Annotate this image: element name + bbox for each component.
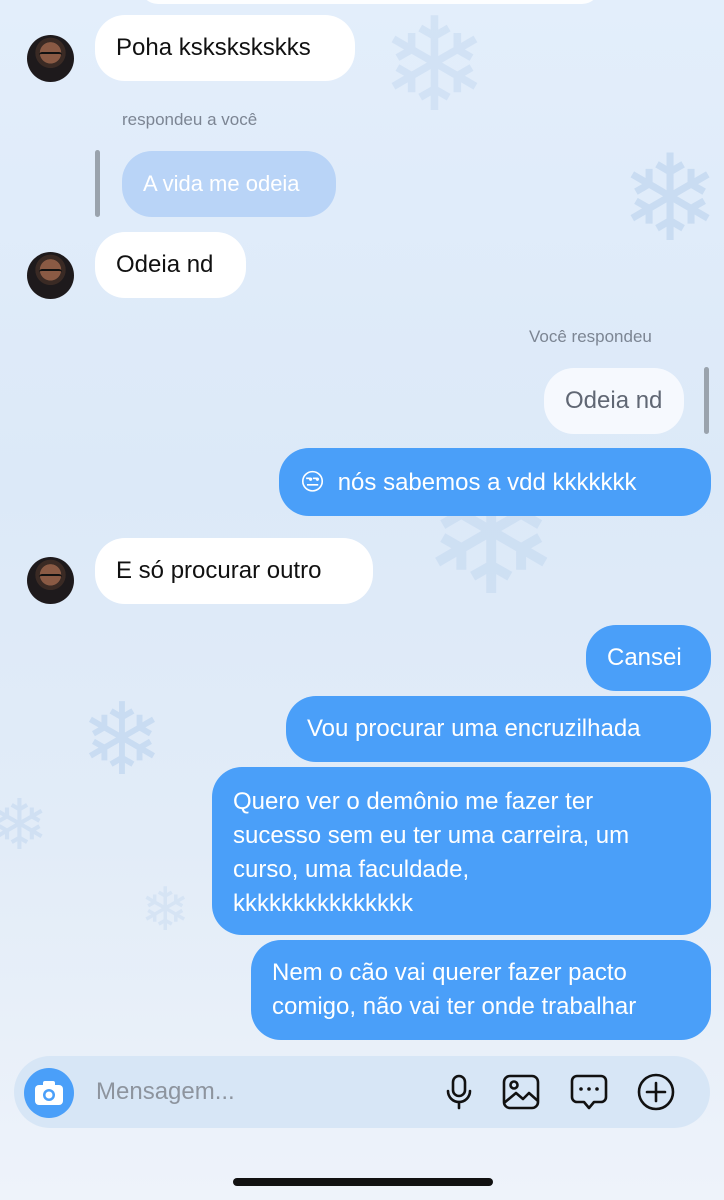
message-line: Nem o cão vai querer fazer pacto bbox=[272, 959, 627, 986]
avatar[interactable] bbox=[27, 35, 74, 82]
message-text: E só procurar outro bbox=[116, 557, 322, 584]
incoming-message[interactable]: Poha kskskskskks bbox=[95, 15, 355, 81]
avatar[interactable] bbox=[27, 252, 74, 299]
message-input[interactable]: Mensagem... bbox=[96, 1078, 235, 1106]
camera-button[interactable] bbox=[24, 1068, 74, 1118]
message-line: Quero ver o demônio me fazer ter bbox=[233, 788, 594, 815]
outgoing-message[interactable]: 😒 nós sabemos a vdd kkkkkkk bbox=[279, 448, 711, 516]
quoted-message[interactable]: Odeia nd bbox=[544, 368, 684, 434]
incoming-message[interactable]: E só procurar outro bbox=[95, 538, 373, 604]
message-line: curso, uma faculdade, bbox=[233, 856, 470, 883]
reply-label: Você respondeu bbox=[529, 327, 652, 346]
avatar[interactable] bbox=[27, 557, 74, 604]
add-icon bbox=[637, 1073, 675, 1111]
incoming-message[interactable]: Odeia nd bbox=[95, 232, 246, 298]
camera-icon bbox=[35, 1081, 63, 1105]
quoted-message[interactable]: A vida me odeia bbox=[122, 151, 336, 217]
unamused-emoji: 😒 bbox=[300, 468, 326, 496]
gallery-icon bbox=[502, 1074, 540, 1110]
message-line: kkkkkkkkkkkkkkk bbox=[233, 890, 413, 917]
outgoing-message[interactable]: Quero ver o demônio me fazer ter sucesso… bbox=[212, 767, 711, 935]
reply-bar bbox=[704, 367, 709, 434]
snowflake-decoration: ❄ bbox=[140, 875, 191, 945]
snowflake-decoration: ❄ bbox=[380, 0, 489, 141]
quoted-text: Odeia nd bbox=[565, 387, 663, 414]
home-indicator[interactable] bbox=[233, 1178, 493, 1186]
reply-bar bbox=[95, 150, 100, 217]
snowflake-decoration: ❄ bbox=[620, 130, 721, 269]
message-text: nós sabemos a vdd kkkkkkk bbox=[337, 469, 637, 496]
message-text: Cansei bbox=[607, 644, 682, 671]
previous-message-edge bbox=[140, 0, 600, 4]
snowflake-decoration: ❄ bbox=[80, 681, 164, 798]
quoted-text: A vida me odeia bbox=[143, 171, 300, 196]
sticker-icon bbox=[570, 1074, 608, 1110]
message-line: comigo, não vai ter onde trabalhar bbox=[272, 993, 637, 1020]
microphone-icon bbox=[446, 1074, 472, 1110]
microphone-button[interactable] bbox=[439, 1072, 479, 1112]
gallery-button[interactable] bbox=[501, 1072, 541, 1112]
message-composer[interactable]: Mensagem... bbox=[14, 1056, 710, 1128]
snowflake-decoration: ❄ bbox=[0, 784, 49, 866]
message-text: Poha kskskskskks bbox=[116, 34, 311, 61]
outgoing-message[interactable]: Cansei bbox=[586, 625, 711, 691]
message-text: Vou procurar uma encruzilhada bbox=[307, 715, 641, 742]
reply-label: respondeu a você bbox=[122, 110, 258, 129]
message-line: sucesso sem eu ter uma carreira, um bbox=[233, 822, 630, 849]
sticker-button[interactable] bbox=[569, 1072, 609, 1112]
add-button[interactable] bbox=[636, 1072, 676, 1112]
message-text: Odeia nd bbox=[116, 251, 214, 278]
outgoing-message[interactable]: Vou procurar uma encruzilhada bbox=[286, 696, 711, 762]
outgoing-message[interactable]: Nem o cão vai querer fazer pacto comigo,… bbox=[251, 940, 711, 1040]
